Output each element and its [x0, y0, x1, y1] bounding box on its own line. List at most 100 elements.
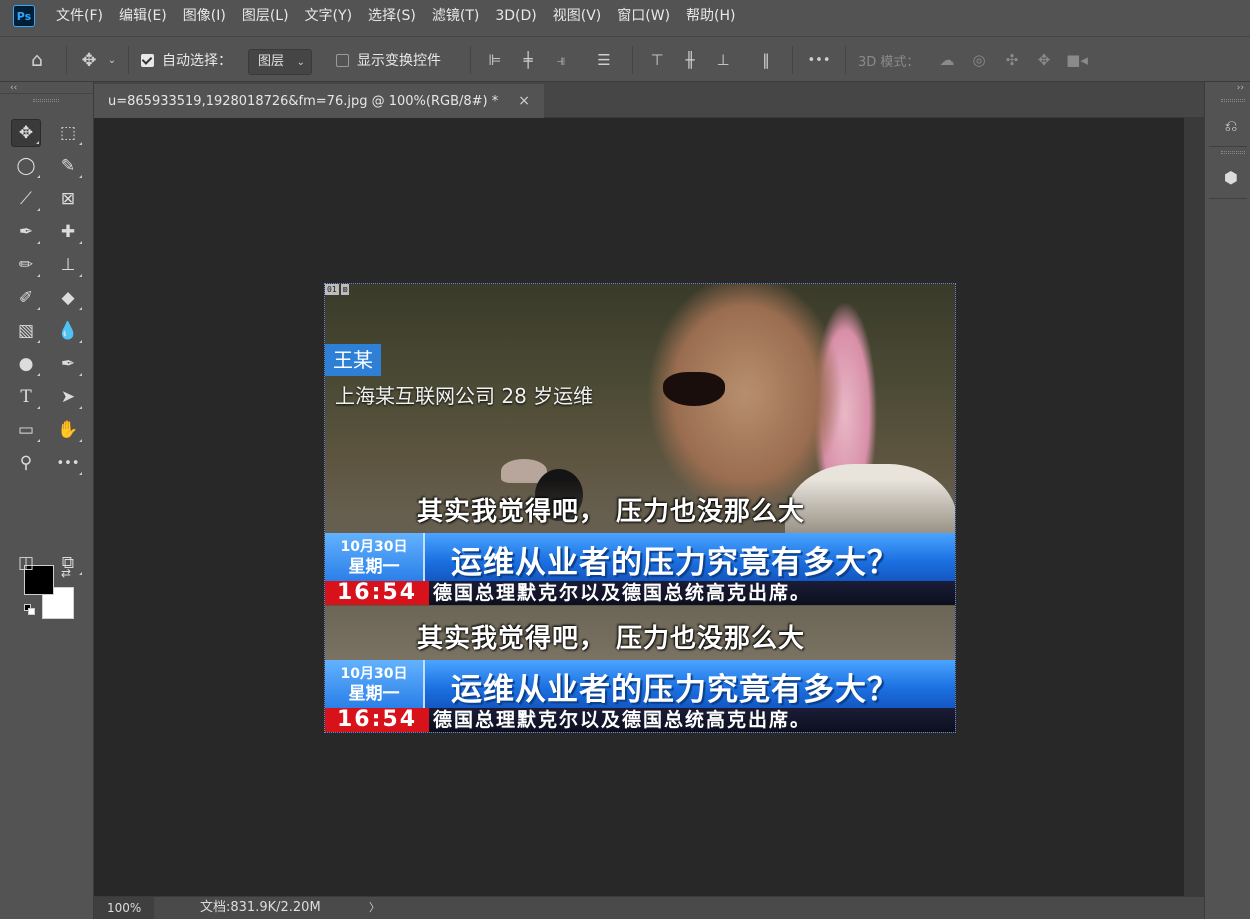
blur-tool-icon[interactable]: 💧: [53, 317, 83, 345]
align-right-icon[interactable]: ⫣: [550, 49, 572, 71]
move-tool-icon[interactable]: ✥: [78, 49, 100, 71]
lasso-tool-icon[interactable]: ◯: [11, 152, 41, 180]
3d-pan-icon[interactable]: ✣: [1001, 49, 1023, 71]
panel-grip[interactable]: [33, 99, 59, 102]
close-icon[interactable]: ×: [518, 93, 530, 109]
distribute-horizontal-icon[interactable]: ‖: [755, 49, 777, 71]
rectangle-tool-icon[interactable]: ▭: [11, 416, 41, 444]
edit-toolbar-icon[interactable]: •••: [53, 449, 83, 477]
photoshop-logo-icon[interactable]: Ps: [13, 5, 35, 27]
history-brush-tool-icon[interactable]: ✐: [11, 284, 41, 312]
tools-panel-header[interactable]: ‹‹: [0, 82, 93, 94]
ticker-text: 德国总理默克尔以及德国总统高克出席。: [433, 582, 812, 604]
path-selection-tool-icon[interactable]: ➤: [53, 383, 83, 411]
separator: [1209, 198, 1247, 199]
default-colors-icon[interactable]: [24, 604, 36, 616]
zoom-tool-icon[interactable]: ⚲: [11, 449, 41, 477]
3d-panel-icon[interactable]: ⬢: [1219, 165, 1243, 189]
align-top-icon[interactable]: ⊤: [646, 49, 668, 71]
distribute-vertical-icon[interactable]: ☰: [593, 49, 615, 71]
clone-stamp-tool-icon[interactable]: ⊥: [53, 251, 83, 279]
menu-3d[interactable]: 3D(D): [487, 0, 544, 32]
healing-brush-tool-icon[interactable]: ✚: [53, 218, 83, 246]
document-image[interactable]: 01 ⊠ 王某 上海某互联网公司 28 岁运维 其实我觉得吧， 压力也没那么大 …: [324, 283, 956, 733]
menu-select[interactable]: 选择(S): [360, 0, 424, 32]
gradient-tool-icon[interactable]: ▧: [11, 317, 41, 345]
eraser-tool-icon[interactable]: ◆: [53, 284, 83, 312]
3d-camera-icon[interactable]: ■◂: [1066, 49, 1088, 71]
menu-image[interactable]: 图像(I): [175, 0, 234, 32]
quick-mask-icon[interactable]: ◫: [11, 549, 41, 577]
headline-text: 运维从业者的压力究竟有多大？: [451, 545, 899, 581]
separator: [632, 46, 633, 74]
show-transform-label: 显示变换控件: [357, 53, 441, 69]
3d-orbit-icon[interactable]: ☁: [936, 49, 958, 71]
right-panel-header[interactable]: ››: [1205, 82, 1250, 94]
crop-tool-icon[interactable]: ⟋: [11, 185, 41, 213]
man-mouth: [663, 372, 725, 406]
layer-number-badge: 01: [325, 284, 339, 295]
chevron-right-icon[interactable]: 〉: [369, 897, 380, 919]
chevron-down-icon: ⌄: [296, 57, 305, 68]
options-bar: ⌂ ✥ ⌄ 自动选择： 图层 ⌄ 显示变换控件 ⊫ ╪ ⫣ ☰ ⊤ ╫ ⊥ ‖ …: [0, 36, 1250, 82]
menu-type[interactable]: 文字(Y): [297, 0, 360, 32]
auto-select-target-dropdown[interactable]: 图层 ⌄: [248, 49, 312, 75]
date-text: 10月30日: [340, 666, 408, 682]
dodge-tool-icon[interactable]: ●: [11, 350, 41, 378]
menu-layer[interactable]: 图层(L): [234, 0, 297, 32]
name-tag: 王某: [325, 344, 381, 376]
date-box: 10月30日 星期一: [325, 660, 425, 708]
3d-mode-label: 3D 模式：: [858, 55, 920, 70]
separator: [792, 46, 793, 74]
quote-caption: 其实我觉得吧， 压力也没那么大: [417, 497, 806, 527]
menu-edit[interactable]: 编辑(E): [111, 0, 175, 32]
panel-grip[interactable]: [1221, 151, 1245, 154]
move-tool-icon[interactable]: ✥: [11, 119, 41, 147]
hand-tool-icon[interactable]: ✋: [53, 416, 83, 444]
separator: [128, 46, 129, 74]
menu-window[interactable]: 窗口(W): [609, 0, 678, 32]
chevron-down-icon[interactable]: ⌄: [105, 49, 119, 71]
pen-tool-icon[interactable]: ✒: [53, 350, 83, 378]
menu-filter[interactable]: 滤镜(T): [424, 0, 487, 32]
weekday-text: 星期一: [348, 684, 400, 704]
tools-panel: ‹‹ ✥ ⬚ ◯ ✎ ⟋ ⊠ ✒ ✚ ✏ ⊥ ✐ ◆ ▧ 💧 ● ✒ T ➤ ▭…: [0, 82, 94, 919]
news-ticker: 16:54 德国总理默克尔以及德国总统高克出席。: [325, 708, 955, 732]
align-left-icon[interactable]: ⊫: [484, 49, 506, 71]
document-tab-title: u=865933519,1928018726&fm=76.jpg @ 100%(…: [108, 93, 499, 109]
headline-text: 运维从业者的压力究竟有多大？: [451, 672, 899, 708]
eyedropper-tool-icon[interactable]: ✒: [11, 218, 41, 246]
ticker-text: 德国总理默克尔以及德国总统高克出席。: [433, 709, 812, 731]
document-tab-bar: u=865933519,1928018726&fm=76.jpg @ 100%(…: [94, 82, 1204, 118]
menu-view[interactable]: 视图(V): [545, 0, 610, 32]
screen-mode-icon[interactable]: ⧉: [53, 549, 83, 577]
separator: [66, 46, 67, 74]
3d-roll-icon[interactable]: ◎: [968, 49, 990, 71]
more-options-icon[interactable]: •••: [808, 49, 831, 71]
caption-strip: 其实我觉得吧， 压力也没那么大 10月30日 星期一 运维从业者的压力究竟有多大…: [325, 479, 955, 607]
time-display: 16:54: [325, 581, 429, 605]
zoom-level-field[interactable]: 100%: [94, 897, 154, 919]
home-icon[interactable]: ⌂: [26, 49, 48, 71]
collapse-icon[interactable]: ‹‹: [10, 82, 17, 94]
menu-help[interactable]: 帮助(H): [678, 0, 743, 32]
align-horizontal-center-icon[interactable]: ╪: [517, 49, 539, 71]
expand-icon[interactable]: ››: [1237, 82, 1244, 94]
dropdown-value: 图层: [258, 54, 285, 69]
vertical-scrollbar[interactable]: [1184, 118, 1204, 896]
marquee-tool-icon[interactable]: ⬚: [53, 119, 83, 147]
show-transform-checkbox[interactable]: [336, 54, 349, 67]
type-tool-icon[interactable]: T: [11, 383, 41, 411]
brush-tool-icon[interactable]: ✏: [11, 251, 41, 279]
3d-slide-icon[interactable]: ✥: [1033, 49, 1055, 71]
document-tab[interactable]: u=865933519,1928018726&fm=76.jpg @ 100%(…: [94, 84, 544, 118]
align-bottom-icon[interactable]: ⊥: [712, 49, 734, 71]
align-vertical-center-icon[interactable]: ╫: [679, 49, 701, 71]
separator: [470, 46, 471, 74]
panel-grip[interactable]: [1221, 99, 1245, 102]
menu-file[interactable]: 文件(F): [48, 0, 111, 32]
quick-selection-tool-icon[interactable]: ✎: [53, 152, 83, 180]
auto-select-checkbox[interactable]: [141, 54, 154, 67]
frame-tool-icon[interactable]: ⊠: [53, 185, 83, 213]
history-panel-icon[interactable]: ⎌: [1219, 114, 1243, 138]
